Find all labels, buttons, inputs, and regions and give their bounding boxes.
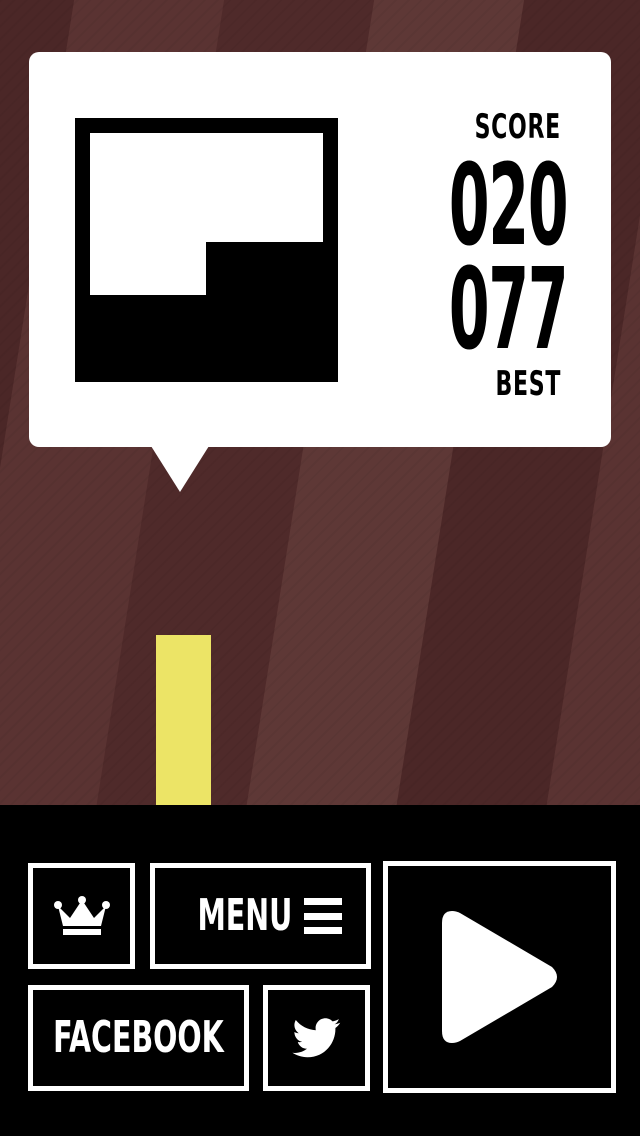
game-playfield[interactable]: SCORE 020 077 BEST (0, 0, 640, 805)
bottom-button-panel: MENU FACEBOOK (0, 805, 640, 1136)
play-icon (441, 911, 557, 1043)
best-score-value: 077 (448, 245, 568, 375)
shape-preview-icon (75, 118, 338, 382)
facebook-button-label: FACEBOOK (53, 1012, 224, 1063)
twitter-bird-icon (291, 1018, 340, 1058)
twitter-button[interactable] (263, 985, 370, 1091)
best-label: BEST (495, 364, 561, 404)
score-card-pointer (151, 446, 209, 492)
crown-icon (53, 896, 110, 935)
play-button[interactable] (383, 861, 616, 1093)
menu-button-label: MENU (197, 890, 292, 941)
hamburger-icon (304, 898, 343, 934)
facebook-button[interactable]: FACEBOOK (28, 985, 249, 1091)
score-label: SCORE (474, 107, 561, 147)
player-block (156, 635, 211, 805)
menu-button[interactable]: MENU (150, 863, 371, 969)
leaderboard-button[interactable] (28, 863, 135, 969)
